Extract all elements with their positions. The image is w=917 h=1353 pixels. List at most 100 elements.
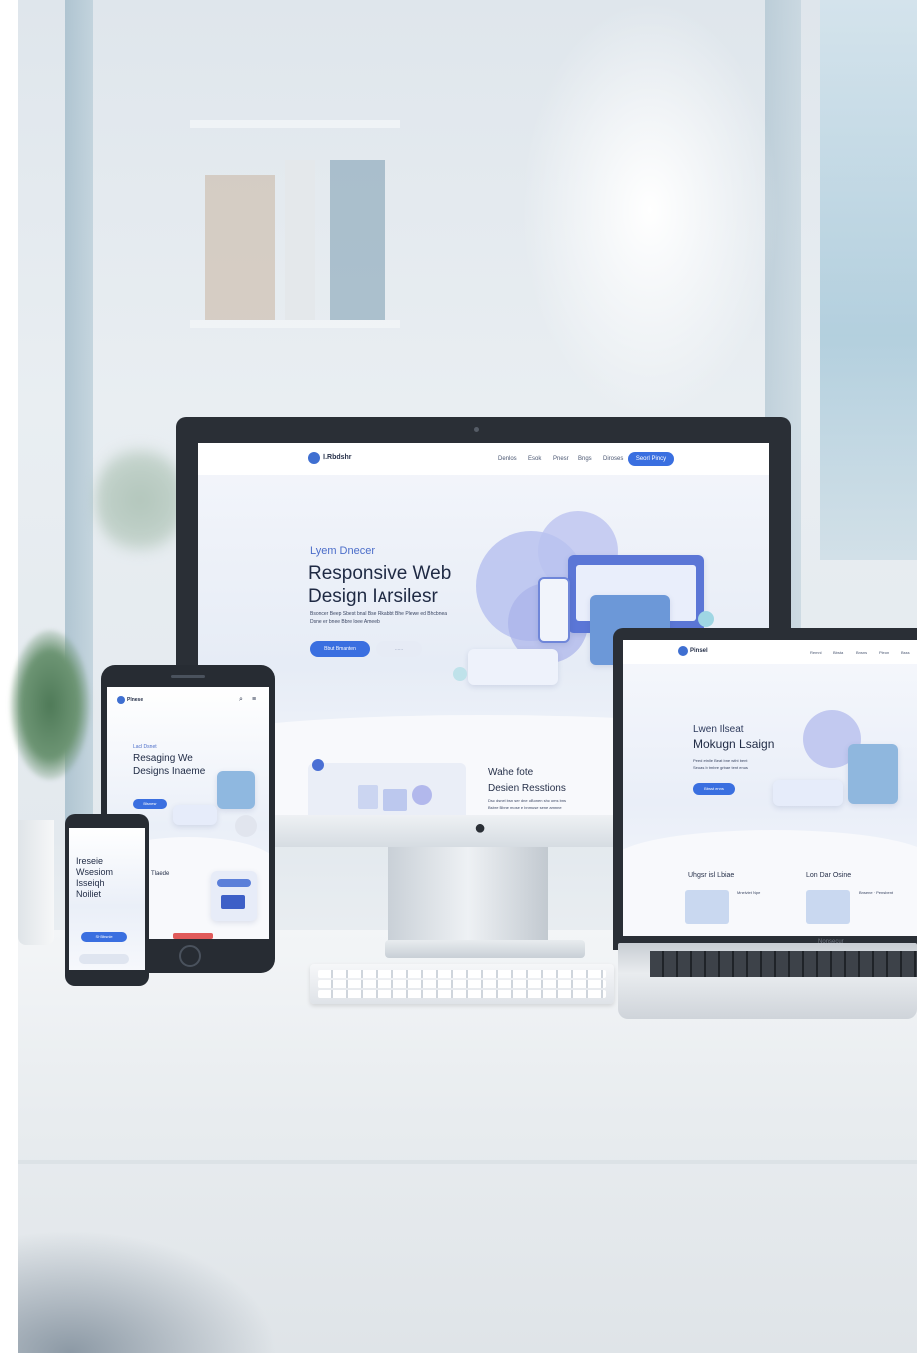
foreground-shadow [18,1230,278,1353]
camera-icon [474,427,479,432]
brand-name[interactable]: Ⅰ.Rbdshr [323,453,352,461]
laptop: Pinsel Remnl Bbsta Bnsns Pleon Bsss Lwen… [613,628,917,950]
illustration-bubble [453,667,467,681]
tablet-feature-card [211,871,257,921]
keyboard-key-row [318,980,606,988]
phone-bottom-bar [79,954,129,964]
laptop-hero-body-line2: Seoas b tmbre grbae tent enus [693,765,748,770]
phone-headline-line1: Ireseie [76,856,104,866]
laptop-col1-image [685,890,729,924]
plant-pot [18,820,54,945]
feature-thumb [412,785,432,805]
hero-kicker: Lyem Dnecer [310,545,376,557]
background-window [820,0,917,560]
hero-body-line1: Bsoncer Beep Sbest bnal Bse Rkabbt Bhe P… [310,611,448,617]
laptop-hero-body-line1: Peed etnlle Beat bne wtht bent [693,758,748,763]
monitor-foot [385,940,585,958]
laptop-col2-title: Lon Dar Osine [806,872,852,879]
nav-link[interactable]: Bngs [578,456,592,462]
nav-link[interactable]: Denlos [498,456,517,462]
laptop-col2-image [806,890,850,924]
tablet-hero-kicker: Lacl Dsnet [133,744,157,750]
laptop-nav-link[interactable]: Bnsns [856,650,867,655]
menu-icon[interactable]: ≡ [252,696,256,703]
laptop-nav-link[interactable]: Pleon [879,650,889,655]
phone-headline-line4: Noiliet [76,889,102,899]
home-button[interactable] [179,945,201,967]
brand-logo-icon [308,452,320,464]
tablet-illustration-tablet [217,771,255,809]
feature-thumb [358,785,378,809]
background-book [285,160,315,320]
window-light [520,0,780,420]
tablet-illustration-card [173,805,217,825]
feature-image-card [308,759,466,815]
tablet-accent-bar [173,933,213,939]
nav-link[interactable]: Diroses [603,456,623,462]
search-icon[interactable]: ⌕ [239,696,243,704]
nav-link[interactable]: Esok [528,456,541,462]
hero-body-line2: Dsne er bnee Bbre loee Ameeb [310,619,380,625]
laptop-brand-name[interactable]: Pinsel [690,648,708,654]
illustration-phone [538,577,570,643]
laptop-illustration-tablet [848,744,898,804]
section-body-line1: Dsc dsnel bsn ser dne oBonen shc oms bns [488,798,567,803]
tablet-logo-icon [117,696,125,704]
hero-primary-button[interactable]: Bbut Bmanten [310,641,370,657]
tablet-headline-line1: Resaging We [133,753,193,764]
laptop-illustration-card [773,780,843,806]
apple-logo-icon: ● [474,817,487,839]
tablet-section-title: Tlaede [151,871,170,877]
laptop-col1-text: Mnelvlet Npe [737,890,761,895]
background-book [205,175,275,320]
nav-cta-button[interactable]: Seorl Pincy [628,452,674,466]
nav-link[interactable]: Pnesr [553,456,569,462]
feature-thumb [383,789,407,811]
tablet-headline-line2: Designs Inaeme [133,766,206,777]
tablet-hero-button[interactable]: Blsnesr [133,799,167,809]
hero-headline-line1: Responsive Web [308,563,452,584]
laptop-hero-kicker: Lwen Ilseat [693,724,744,735]
background-shelf [190,320,400,328]
laptop-navbar: Pinsel Remnl Bbsta Bnsns Pleon Bsss [623,640,917,664]
monitor-navbar: Ⅰ.Rbdshr Denlos Esok Pnesr Bngs Diroses … [198,443,769,475]
hero-secondary-button[interactable]: ...... [376,641,422,657]
phone-hero-button[interactable]: Sl·Bbsnle [81,932,127,942]
laptop-hero-headline: Mokugn Lsaign [693,737,775,751]
laptop-wave-divider [623,830,917,936]
laptop-col2-text: Bnsene · Pensbent [859,890,894,895]
keyboard-key-row [318,990,606,998]
scene: ● Ⅰ.Rbdshr Denlos Esok Pnesr Bngs Dirose… [0,0,917,1353]
laptop-brand-label: Nonsecur [818,939,844,945]
phone-screen: Ireseie Wsesiom Isseiqh Noiliet Sl·Bbsnl… [69,828,145,970]
laptop-keyboard [650,951,917,977]
laptop-logo-icon [678,646,688,656]
laptop-nav-link[interactable]: Remnl [810,650,822,655]
laptop-col1-title: Uhgsr isl Lbiae [688,872,735,879]
section-title: Wahe fote [488,767,534,778]
laptop-nav-link[interactable]: Bsss [901,650,910,655]
laptop-hero-button[interactable]: Bbsst enns [693,783,735,795]
laptop-nav-link[interactable]: Bbsta [833,650,843,655]
tablet-speaker [171,675,205,678]
background-book [330,160,385,320]
section-subtitle: Desien Resstions [488,783,566,794]
tablet-feature-block [221,895,245,909]
illustration-open-book [468,649,558,685]
laptop-screen: Pinsel Remnl Bbsta Bnsns Pleon Bsss Lwen… [623,640,917,936]
desk-edge [18,1160,917,1164]
tablet-brand-name[interactable]: Plnese [127,697,143,703]
background-plant [95,440,185,560]
phone-headline-line2: Wsesiom [76,867,114,877]
feature-badge-icon [312,759,324,771]
tablet-illustration-cloud [235,815,257,837]
background-pillar [65,0,93,930]
background-shelf [190,120,400,128]
section-body-line2: Bsbre Bbne mose e bnmuse sene amnne [488,805,562,810]
laptop-base: Nonsecur [618,939,917,1019]
potted-plant [10,630,90,780]
tablet-feature-bar [217,879,251,887]
keyboard-key-row [318,970,606,978]
keyboard [310,964,614,1004]
phone-headline-line3: Isseiqh [76,878,105,888]
